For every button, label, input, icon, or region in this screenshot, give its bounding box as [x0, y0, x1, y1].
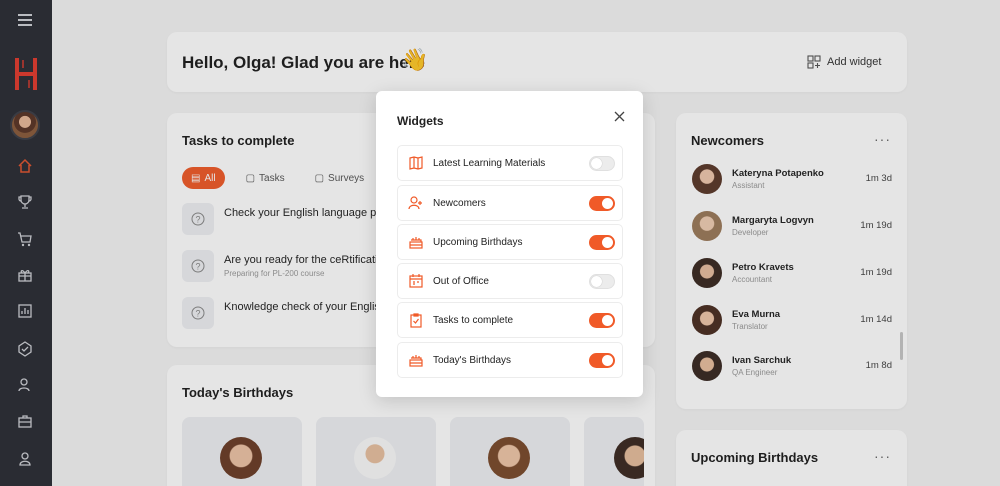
cake-icon — [407, 233, 425, 251]
widget-label: Upcoming Birthdays — [433, 236, 523, 248]
widget-toggle[interactable] — [589, 234, 615, 250]
widget-label: Latest Learning Materials — [433, 157, 546, 169]
close-icon[interactable] — [611, 108, 627, 124]
widget-row-tasks-to-complete[interactable]: Tasks to complete — [397, 302, 623, 338]
widget-row-todays-birthdays[interactable]: Today's Birthdays — [397, 342, 623, 378]
widget-toggle[interactable] — [589, 195, 615, 211]
widget-row-latest-learning[interactable]: Latest Learning Materials — [397, 145, 623, 181]
calendar-icon — [407, 272, 425, 290]
widget-label: Newcomers — [433, 197, 486, 209]
widgets-modal: Widgets Latest Learning Materials Newcom… — [376, 91, 643, 397]
widget-row-upcoming-birthdays[interactable]: Upcoming Birthdays — [397, 224, 623, 260]
widget-row-newcomers[interactable]: Newcomers — [397, 185, 623, 221]
widget-toggle[interactable] — [589, 312, 615, 328]
widget-label: Tasks to complete — [433, 314, 514, 326]
clipboard-check-icon — [407, 311, 425, 329]
widget-label: Out of Office — [433, 275, 489, 287]
widget-toggle[interactable] — [589, 273, 615, 289]
widget-row-out-of-office[interactable]: Out of Office — [397, 263, 623, 299]
cake-icon — [407, 351, 425, 369]
widget-toggle[interactable] — [589, 352, 615, 368]
widget-label: Today's Birthdays — [433, 354, 512, 366]
modal-title: Widgets — [397, 114, 444, 128]
book-icon — [407, 154, 425, 172]
user-plus-icon — [407, 194, 425, 212]
widget-toggle[interactable] — [589, 155, 615, 171]
